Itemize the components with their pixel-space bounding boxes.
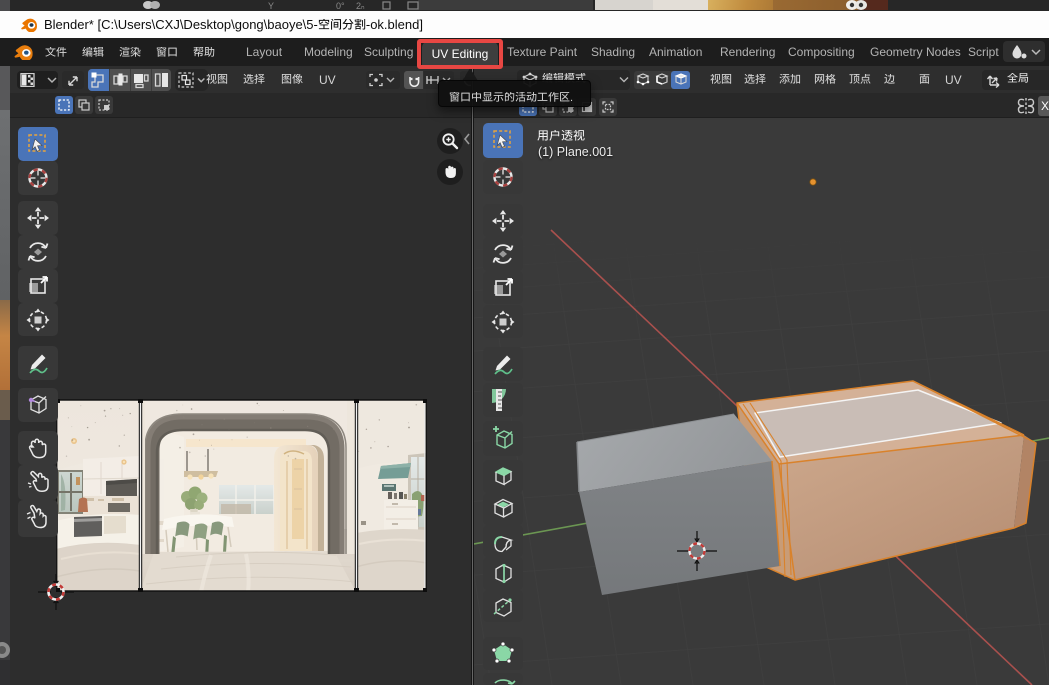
svg-text:0°: 0° <box>336 1 345 10</box>
svg-text:Y: Y <box>268 1 274 10</box>
svg-text:2ₙ: 2ₙ <box>356 1 365 10</box>
